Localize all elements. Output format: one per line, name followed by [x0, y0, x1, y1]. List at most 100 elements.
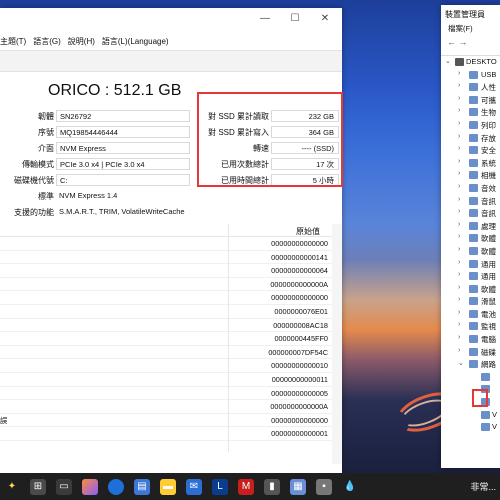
device-icon [469, 133, 478, 142]
device-category[interactable]: › 人性 [441, 81, 500, 94]
tray-text[interactable]: 非常... [470, 480, 496, 493]
device-category-label: 安全 [481, 146, 496, 156]
device-category[interactable]: › 電腦 [441, 333, 500, 346]
device-icon [469, 221, 478, 230]
drive-letter-value: C: [56, 174, 190, 186]
edge-browser-icon[interactable] [108, 478, 124, 495]
usb-device-icon[interactable]: ▪ [316, 478, 332, 495]
back-arrow-icon[interactable]: ← [447, 37, 456, 47]
device-category-network[interactable]: ⌄ 網路 [441, 358, 500, 371]
table-row[interactable]: 000000008AC18 [0, 319, 332, 333]
device-category[interactable]: › 軟體 [441, 232, 500, 245]
file-explorer-icon[interactable]: ▬ [160, 478, 176, 495]
table-row[interactable]: 000000007DF54C [0, 346, 332, 360]
device-manager-menu-file[interactable]: 檔案(F) [441, 23, 500, 37]
smart-table: 原始值 00000000000000 00000000000141 000000… [0, 224, 332, 441]
network-adapter[interactable]: V [441, 421, 500, 434]
menu-item-help[interactable]: 說明(H) [68, 36, 95, 47]
device-category[interactable]: › 磁碟 [441, 346, 500, 359]
table-row[interactable]: 誤 00000000000000 [0, 414, 332, 428]
device-icon [469, 259, 478, 268]
device-category-label: 通用 [481, 259, 496, 269]
start-menu-icon[interactable]: ⊞ [30, 478, 46, 495]
chevron-right-icon: › [458, 321, 461, 329]
raw-value: 00000000000000 [271, 415, 328, 425]
table-row[interactable]: 0000000076E01 [0, 305, 332, 319]
device-tree-root[interactable]: ⌄ DESKTO [441, 56, 500, 69]
table-row[interactable]: 00000000000000 [0, 237, 332, 251]
close-button[interactable]: ✕ [314, 12, 336, 26]
device-category[interactable]: › 生物 [441, 106, 500, 119]
device-category-label: 通用 [481, 272, 496, 282]
disk-tab-strip [0, 50, 342, 72]
device-category[interactable]: › 列印 [441, 119, 500, 132]
device-category[interactable]: › 安全 [441, 144, 500, 157]
device-category[interactable]: › 軟體 [441, 283, 500, 296]
line-app-icon[interactable]: L [212, 478, 228, 495]
device-category[interactable]: › 可攜 [441, 94, 500, 107]
device-category[interactable]: › 滑鼠 [441, 295, 500, 308]
features-value: S.M.A.R.T., TRIM, VolatileWriteCache [56, 206, 339, 218]
chevron-right-icon: › [458, 170, 461, 178]
device-category[interactable]: › USB [441, 69, 500, 82]
features-label: 支援的功能 [14, 208, 54, 217]
table-scrollbar[interactable] [332, 224, 342, 464]
table-row[interactable]: 00000000000141 [0, 251, 332, 265]
forward-arrow-icon[interactable]: → [459, 37, 468, 47]
highlight-box-usage [197, 92, 343, 187]
device-category[interactable]: › 音效 [441, 182, 500, 195]
network-adapter[interactable] [441, 371, 500, 384]
menu-item-language[interactable]: 語言(G) [33, 36, 61, 47]
store-icon[interactable]: ▤ [134, 478, 150, 495]
minimize-button[interactable]: — [254, 12, 276, 26]
menu-item-language-en[interactable]: 語言(L)(Language) [102, 36, 169, 47]
menu-item-theme[interactable]: 主題(T) [0, 36, 26, 47]
device-icon [469, 196, 478, 205]
device-category-label: 存放 [481, 133, 496, 143]
device-icon [469, 234, 478, 243]
device-category[interactable]: › 存放 [441, 132, 500, 145]
maximize-button[interactable]: ☐ [284, 12, 306, 26]
table-row[interactable]: 00000000000011 [0, 373, 332, 387]
network-app-icon[interactable]: ▦ [290, 478, 306, 495]
device-category[interactable]: › 電池 [441, 308, 500, 321]
device-category[interactable]: › 軟體 [441, 245, 500, 258]
standard-label: 標準 [38, 192, 54, 201]
table-row[interactable]: 00000000000010 [0, 359, 332, 373]
raw-value: 00000000000001 [271, 429, 328, 439]
network-adapter[interactable]: V [441, 409, 500, 422]
crystaldiskinfo-icon[interactable]: ▮ [264, 478, 280, 495]
table-row[interactable]: 00000000000005 [0, 387, 332, 401]
table-row[interactable]: 0000000445FF0 [0, 332, 332, 346]
device-category[interactable]: › 通用 [441, 270, 500, 283]
transfer-mode-label: 傳輸模式 [22, 160, 54, 169]
device-icon [469, 335, 478, 344]
copilot-sparkle-icon[interactable]: ✦ [4, 479, 20, 495]
device-category-label: 音訊 [481, 209, 496, 219]
table-row[interactable]: 0000000000000A [0, 400, 332, 414]
chevron-right-icon: › [458, 195, 461, 203]
chevron-right-icon: › [458, 94, 461, 102]
device-category[interactable]: › 監視 [441, 320, 500, 333]
device-icon [469, 83, 478, 92]
device-category-label: 監視 [481, 322, 496, 332]
device-category[interactable]: › 音訊 [441, 207, 500, 220]
device-category-label: 列印 [481, 120, 496, 130]
weather-icon[interactable]: 💧 [342, 479, 358, 495]
mail-icon[interactable]: ✉ [186, 478, 202, 495]
chevron-down-icon: ⌄ [445, 58, 451, 65]
device-category[interactable]: › 系統 [441, 157, 500, 170]
network-adapter[interactable] [441, 383, 500, 396]
table-row[interactable]: 00000000000000 [0, 291, 332, 305]
table-row[interactable]: 00000000000064 [0, 264, 332, 278]
device-category[interactable]: › 相機 [441, 169, 500, 182]
task-view-icon[interactable]: ▭ [56, 478, 72, 495]
device-category[interactable]: › 音訊 [441, 195, 500, 208]
device-category[interactable]: › 處理 [441, 220, 500, 233]
table-row[interactable]: 00000000000001 [0, 427, 332, 441]
device-category[interactable]: › 通用 [441, 258, 500, 271]
network-adapter[interactable] [441, 396, 500, 409]
copilot-icon[interactable] [82, 478, 98, 495]
antivirus-icon[interactable]: M [238, 478, 254, 495]
table-row[interactable]: 0000000000000A [0, 278, 332, 292]
